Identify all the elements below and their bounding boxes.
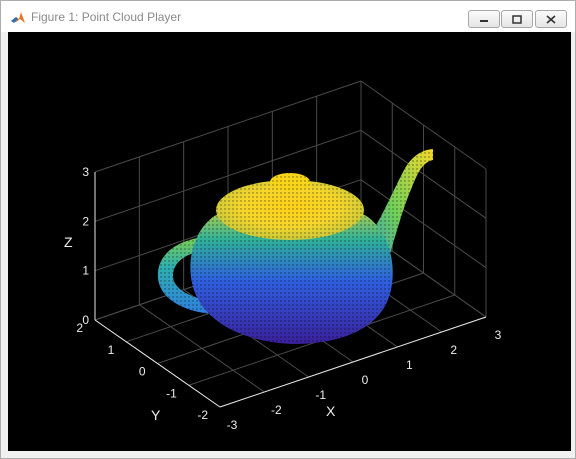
y-tick-label: 1	[108, 343, 115, 357]
x-tick-label: -3	[227, 418, 238, 432]
axes-3d[interactable]: -3-2-10123-2-10120123 Z Y X	[8, 32, 571, 451]
x-tick-label: -1	[315, 388, 326, 402]
figure-window: Figure 1: Point Cloud Player -3 -2 -1 0 …	[0, 0, 576, 459]
y-axis-label: Y	[151, 407, 161, 423]
maximize-icon	[512, 14, 522, 24]
minimize-button[interactable]	[468, 10, 500, 28]
z-tick-label: 0	[82, 313, 89, 327]
matlab-icon	[11, 12, 25, 23]
teapot-point-cloud	[157, 149, 433, 344]
x-tick-label: -2	[271, 403, 282, 417]
close-icon	[546, 14, 556, 24]
maximize-button[interactable]	[501, 10, 533, 28]
z-tick-label: 1	[82, 264, 89, 278]
x-axis-label: X	[326, 403, 336, 419]
y-tick-label: 0	[139, 365, 146, 379]
z-axis-label: Z	[64, 234, 73, 250]
x-tick-label: 0	[362, 373, 369, 387]
close-button[interactable]	[535, 10, 567, 28]
title-bar[interactable]: Figure 1: Point Cloud Player	[1, 1, 575, 32]
z-tick-label: 3	[82, 165, 89, 179]
x-tick-label: 2	[450, 343, 457, 357]
x-tick-label: 1	[406, 358, 413, 372]
window-title: Figure 1: Point Cloud Player	[31, 10, 182, 24]
y-tick-label: -2	[197, 408, 208, 422]
minimize-icon	[480, 20, 488, 22]
plot-canvas[interactable]: -3 -2 -1 0 1 2 3 -2 -1 0 1 2 0 1 2 3 Z Y X	[8, 32, 571, 451]
z-tick-label: 2	[82, 214, 89, 228]
y-axis-line	[94, 319, 221, 408]
x-tick-label: 3	[495, 328, 502, 342]
y-tick-label: -1	[166, 386, 177, 400]
